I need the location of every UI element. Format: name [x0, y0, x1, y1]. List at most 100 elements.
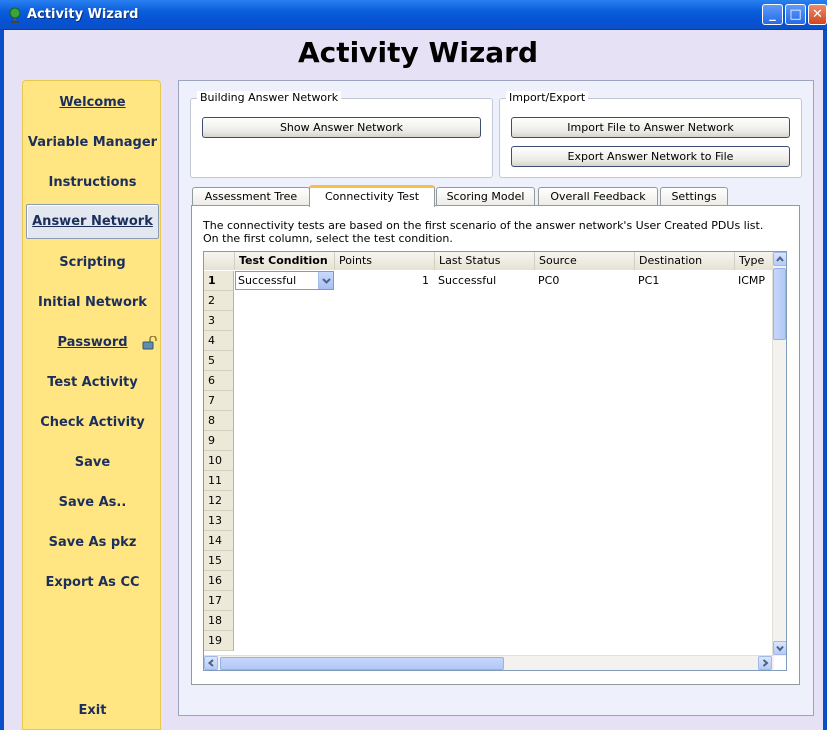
minimize-button[interactable]: _	[762, 4, 783, 25]
sidebar-item-variable-manager[interactable]: Variable Manager	[23, 127, 162, 159]
scroll-left-button[interactable]	[204, 656, 218, 670]
chevron-up-icon	[776, 255, 784, 262]
chevron-left-icon	[207, 659, 214, 667]
column-header-last-status[interactable]: Last Status	[435, 252, 535, 270]
group-label: Import/Export	[506, 91, 589, 104]
scroll-right-button[interactable]	[758, 656, 772, 670]
group-label: Building Answer Network	[197, 91, 342, 104]
window-title: Activity Wizard	[27, 7, 139, 22]
sidebar-item-label: Save As pkz	[48, 535, 137, 550]
row-number[interactable]: 6	[204, 371, 234, 391]
row-number[interactable]: 1	[204, 271, 234, 291]
window-frame-left	[0, 30, 4, 730]
last-status-cell[interactable]: Successful	[435, 271, 535, 291]
sidebar-item-label: Exit	[78, 703, 107, 718]
title-bar[interactable]: Activity Wizard _ □ ✕	[0, 0, 827, 30]
column-header-destination[interactable]: Destination	[635, 252, 735, 270]
row-number[interactable]: 15	[204, 551, 234, 571]
sidebar-item-label: Scripting	[59, 255, 126, 270]
window-frame-right	[823, 30, 827, 730]
chevron-down-icon[interactable]	[318, 272, 333, 289]
column-header-points[interactable]: Points	[335, 252, 435, 270]
row-number[interactable]: 3	[204, 311, 234, 331]
sidebar-item-label: Export As CC	[45, 575, 140, 590]
row-number[interactable]: 19	[204, 631, 234, 651]
vertical-scrollbar[interactable]	[772, 252, 786, 656]
sidebar-item-exit[interactable]: Exit	[23, 695, 162, 727]
source-cell[interactable]: PC0	[535, 271, 635, 291]
row-number[interactable]: 16	[204, 571, 234, 591]
import-file-button[interactable]: Import File to Answer Network	[511, 117, 790, 138]
row-number[interactable]: 7	[204, 391, 234, 411]
row-number[interactable]: 17	[204, 591, 234, 611]
type-cell[interactable]: ICMP	[735, 271, 774, 291]
row-number[interactable]: 9	[204, 431, 234, 451]
sidebar-item-initial-network[interactable]: Initial Network	[23, 287, 162, 319]
connectivity-test-pane: The connectivity tests are based on the …	[191, 205, 800, 685]
building-answer-network-group: Building Answer Network Show Answer Netw…	[190, 91, 493, 178]
chevron-down-icon	[776, 645, 784, 652]
horizontal-scrollbar[interactable]	[204, 655, 774, 670]
tab-assessment-tree[interactable]: Assessment Tree	[192, 187, 310, 206]
sidebar-item-label: Password	[57, 335, 128, 350]
row-number[interactable]: 13	[204, 511, 234, 531]
activity-wizard-window: Activity Wizard _ □ ✕ Activity Wizard We…	[0, 0, 827, 730]
tab-settings[interactable]: Settings	[660, 187, 728, 206]
corner-header-cell	[204, 252, 235, 270]
column-header-test-condition[interactable]: Test Condition	[235, 252, 335, 270]
sidebar-item-label: Test Activity	[47, 375, 138, 390]
close-button[interactable]: ✕	[808, 4, 827, 25]
test-condition-select[interactable]: Successful	[235, 271, 334, 290]
sidebar-item-answer-network[interactable]: Answer Network	[26, 204, 159, 239]
chevron-right-icon	[762, 659, 769, 667]
close-icon: ✕	[812, 7, 823, 22]
sidebar-item-scripting[interactable]: Scripting	[23, 247, 162, 279]
sidebar-item-label: Save As..	[58, 495, 127, 510]
wizard-sidebar: Welcome Variable Manager Instructions An…	[22, 80, 161, 730]
show-answer-network-button[interactable]: Show Answer Network	[202, 117, 481, 138]
sidebar-item-instructions[interactable]: Instructions	[23, 167, 162, 199]
import-export-group: Import/Export Import File to Answer Netw…	[499, 91, 802, 178]
tab-connectivity-test[interactable]: Connectivity Test	[309, 185, 435, 207]
sidebar-item-check-activity[interactable]: Check Activity	[23, 407, 162, 439]
row-number[interactable]: 8	[204, 411, 234, 431]
row-number[interactable]: 18	[204, 611, 234, 631]
sidebar-item-save-as-pkz[interactable]: Save As pkz	[23, 527, 162, 559]
connectivity-table: Test Condition Points Last Status Source…	[203, 251, 787, 671]
description-line: On the first column, select the test con…	[203, 232, 453, 245]
row-number[interactable]: 5	[204, 351, 234, 371]
tab-scoring-model[interactable]: Scoring Model	[436, 187, 535, 206]
row-number[interactable]: 11	[204, 471, 234, 491]
minimize-icon: _	[769, 7, 776, 22]
sidebar-item-label: Welcome	[59, 95, 126, 110]
scroll-down-button[interactable]	[773, 641, 786, 655]
column-header-source[interactable]: Source	[535, 252, 635, 270]
horizontal-scroll-thumb[interactable]	[220, 657, 504, 670]
vertical-scroll-thumb[interactable]	[773, 268, 786, 340]
sidebar-item-save[interactable]: Save	[23, 447, 162, 479]
sidebar-item-welcome[interactable]: Welcome	[23, 87, 162, 119]
row-number[interactable]: 10	[204, 451, 234, 471]
test-condition-value: Successful	[238, 274, 297, 287]
sidebar-item-label: Check Activity	[40, 415, 145, 430]
row-number[interactable]: 12	[204, 491, 234, 511]
row-number[interactable]: 4	[204, 331, 234, 351]
sidebar-item-password[interactable]: Password	[23, 327, 162, 359]
sidebar-item-label: Instructions	[48, 175, 137, 190]
sidebar-item-label: Save	[74, 455, 111, 470]
export-answer-network-button[interactable]: Export Answer Network to File	[511, 146, 790, 167]
sidebar-item-test-activity[interactable]: Test Activity	[23, 367, 162, 399]
scroll-up-button[interactable]	[773, 252, 786, 266]
row-number[interactable]: 2	[204, 291, 234, 311]
column-header-type[interactable]: Type	[735, 252, 774, 270]
sidebar-item-label: Variable Manager	[27, 135, 158, 150]
destination-cell[interactable]: PC1	[635, 271, 735, 291]
description-line: The connectivity tests are based on the …	[203, 219, 764, 232]
points-cell[interactable]: 1	[335, 271, 432, 291]
sidebar-item-save-as[interactable]: Save As..	[23, 487, 162, 519]
sidebar-item-label: Initial Network	[38, 295, 147, 310]
sidebar-item-export-as-cc[interactable]: Export As CC	[23, 567, 162, 599]
maximize-button[interactable]: □	[785, 4, 806, 25]
tab-overall-feedback[interactable]: Overall Feedback	[538, 187, 658, 206]
row-number[interactable]: 14	[204, 531, 234, 551]
